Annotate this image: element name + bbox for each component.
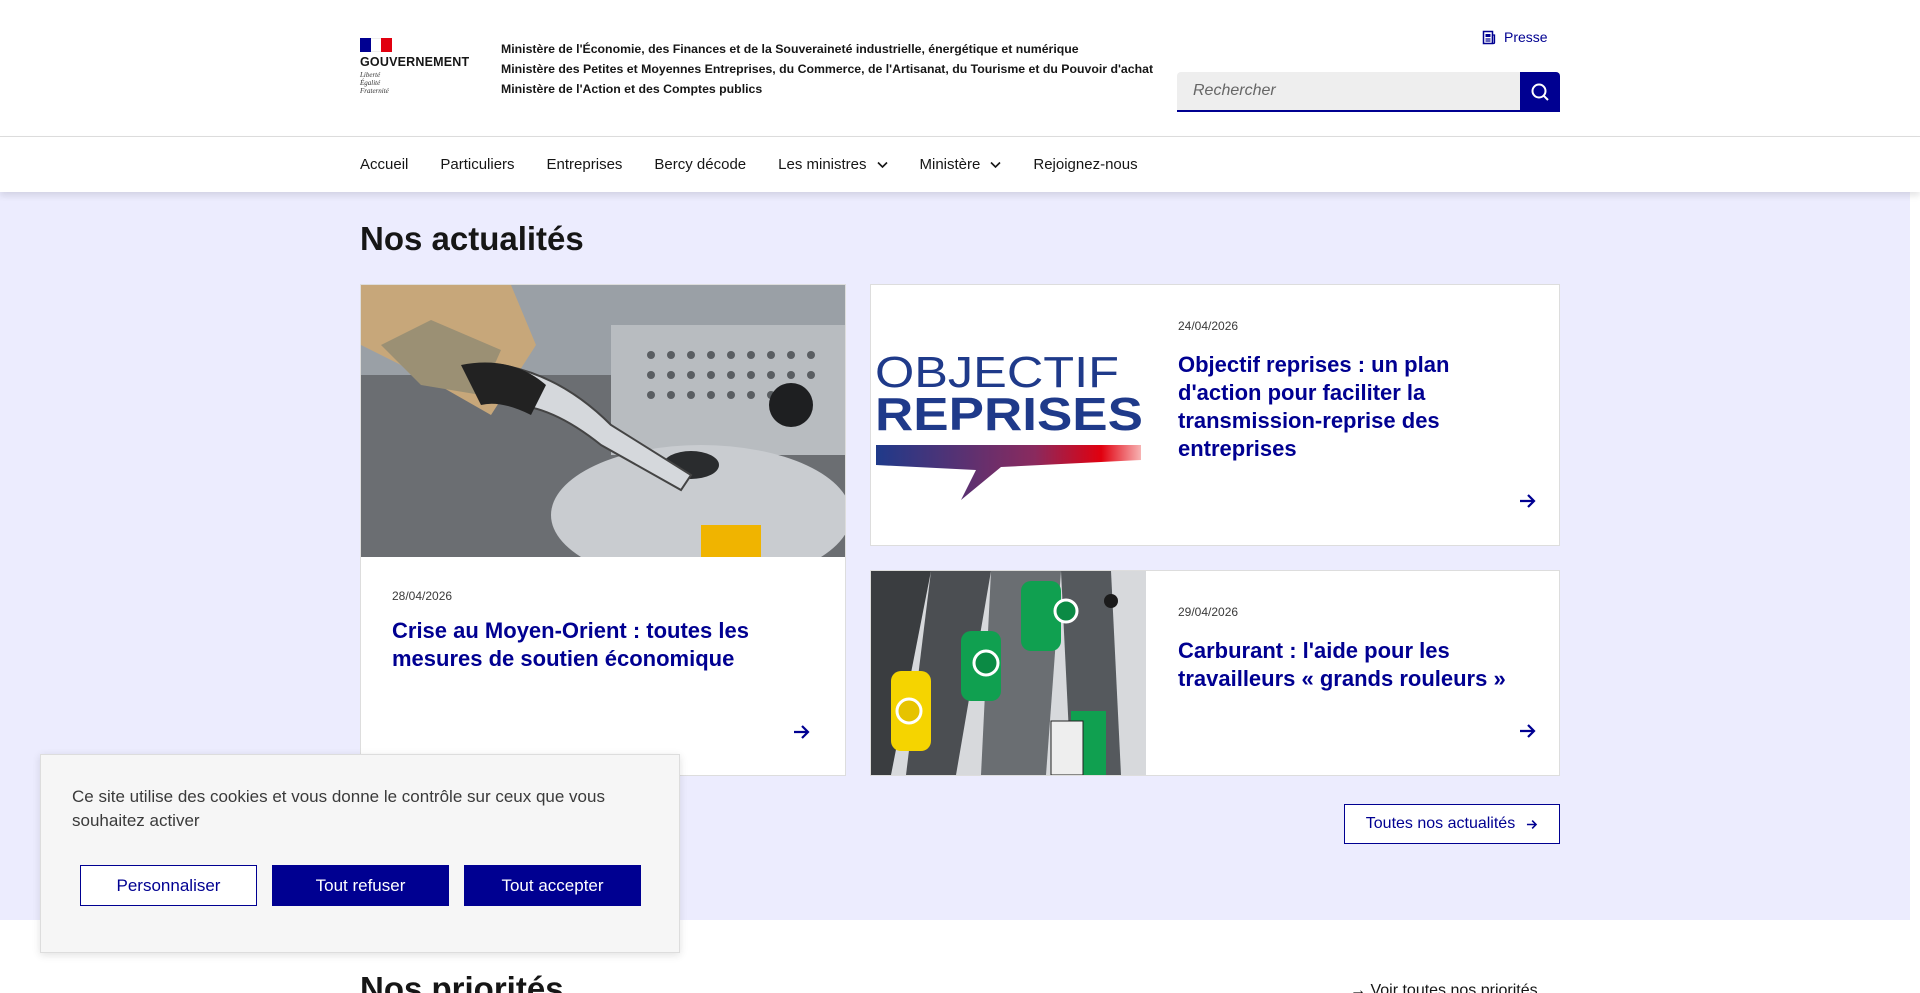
- government-logo[interactable]: GOUVERNEMENT Liberté Égalité Fraternité: [360, 38, 475, 95]
- nav-item-particuliers[interactable]: Particuliers: [440, 156, 514, 173]
- ministries-list[interactable]: Ministère de l'Économie, des Finances et…: [501, 39, 1153, 99]
- fuel-pumps-image: [871, 571, 1146, 775]
- ministry-line: Ministère de l'Action et des Comptes pub…: [501, 82, 763, 96]
- arrow-right-icon: [1520, 494, 1536, 508]
- arrow-right-icon: [1520, 724, 1536, 738]
- news-title: Nos actualités: [360, 220, 584, 257]
- all-priorities-link[interactable]: → Voir toutes nos priorités: [1350, 982, 1538, 993]
- search-input[interactable]: [1177, 72, 1520, 112]
- news-card-carburant[interactable]: 29/04/2026 Carburant : l'aide pour les t…: [870, 570, 1560, 776]
- arrow-right-icon: [794, 725, 810, 739]
- card-date: 24/04/2026: [1178, 319, 1239, 333]
- nav-item-bercy-decode[interactable]: Bercy décode: [654, 156, 746, 173]
- arrow-right-icon: [1527, 819, 1538, 829]
- search-button[interactable]: [1520, 72, 1560, 112]
- all-news-label: Toutes nos actualités: [1365, 815, 1516, 832]
- cookie-customize-button[interactable]: Personnaliser: [80, 865, 257, 906]
- main-nav: Accueil Particuliers Entreprises Bercy d…: [0, 137, 1920, 192]
- nav-item-accueil[interactable]: Accueil: [360, 156, 408, 173]
- news-card-main[interactable]: 28/04/2026 Crise au Moyen-Orient : toute…: [360, 284, 846, 776]
- fuel-nozzle-image: [361, 285, 845, 557]
- nav-item-rejoignez-nous[interactable]: Rejoignez-nous: [1033, 156, 1137, 173]
- ministry-line: Ministère des Petites et Moyennes Entrep…: [501, 62, 1154, 76]
- card-title[interactable]: Objectif reprises : un plan d'action pou…: [1178, 351, 1528, 463]
- nav-item-label: Ministère: [919, 156, 981, 173]
- search-bar: [1177, 72, 1560, 112]
- chevron-down-icon: [876, 161, 888, 168]
- ministry-line: Ministère de l'Économie, des Finances et…: [501, 42, 1079, 56]
- image-text-reprises: REPRISES: [875, 388, 1143, 440]
- card-title[interactable]: Crise au Moyen-Orient : toutes les mesur…: [392, 617, 812, 673]
- all-priorities-label: Voir toutes nos priorités: [1370, 982, 1538, 993]
- press-label: Presse: [1504, 29, 1548, 45]
- republic-motto: Liberté Égalité Fraternité: [360, 71, 389, 95]
- objectif-reprises-image: OBJECTIF REPRISES: [871, 285, 1146, 545]
- nav-item-entreprises[interactable]: Entreprises: [547, 156, 623, 173]
- gov-title: GOUVERNEMENT: [360, 55, 470, 69]
- news-card-objectif-reprises[interactable]: OBJECTIF REPRISES 24/04/2026 Objectif re…: [870, 284, 1560, 546]
- nav-item-les-ministres[interactable]: Les ministres: [778, 156, 888, 173]
- cookie-message: Ce site utilise des cookies et vous donn…: [72, 787, 605, 830]
- link-arrow-icon: →: [1350, 982, 1371, 993]
- press-link[interactable]: Presse: [1482, 29, 1548, 45]
- card-title[interactable]: Carburant : l'aide pour les travailleurs…: [1178, 637, 1538, 693]
- cookie-banner: Ce site utilise des cookies et vous donn…: [40, 754, 680, 953]
- all-news-button[interactable]: Toutes nos actualités: [1344, 804, 1560, 844]
- cookie-accept-button[interactable]: Tout accepter: [464, 865, 641, 906]
- chevron-down-icon: [990, 161, 1001, 168]
- priorities-title: Nos priorités: [360, 970, 564, 993]
- card-date: 29/04/2026: [1178, 605, 1239, 619]
- cookie-refuse-button[interactable]: Tout refuser: [272, 865, 449, 906]
- nav-item-label: Les ministres: [778, 156, 867, 173]
- site-header: GOUVERNEMENT Liberté Égalité Fraternité …: [0, 0, 1920, 137]
- newspaper-icon: [1482, 30, 1496, 44]
- card-date: 28/04/2026: [392, 589, 453, 603]
- nav-item-ministere[interactable]: Ministère: [920, 156, 1002, 173]
- search-icon: [1531, 83, 1549, 101]
- french-flag-icon: [360, 38, 393, 52]
